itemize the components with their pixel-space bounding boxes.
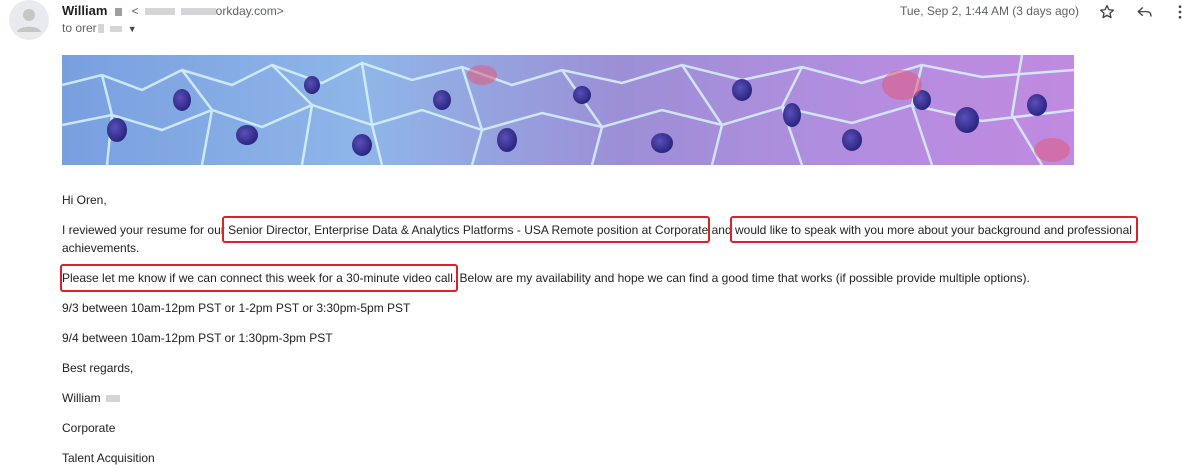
email-date: Tue, Sep 2, 1:44 AM (3 days ago)	[900, 4, 1079, 18]
star-button[interactable]	[1095, 0, 1119, 24]
signature-company: Corporate	[62, 421, 116, 435]
cell-micrograph-image	[62, 55, 1074, 165]
sender-email: < orkday.com>	[132, 4, 284, 18]
reply-icon	[1137, 7, 1152, 17]
sender-line: William < orkday.com>	[62, 3, 284, 18]
highlight-box-position	[222, 216, 710, 243]
greeting: Hi Oren,	[62, 193, 107, 207]
person-avatar-icon	[17, 9, 41, 32]
para1-intro: I reviewed your resume for our	[62, 223, 229, 237]
sender-email-suffix: orkday.com>	[215, 4, 284, 18]
availability-line-2: 9/4 between 10am-12pm PST or 1:30pm-3pm …	[62, 331, 333, 345]
redaction-block	[115, 7, 123, 16]
recipient-line: to orer ▼	[62, 21, 137, 35]
reply-button[interactable]	[1133, 0, 1157, 24]
para2-availability-intro: Below are my availability and hope we ca…	[456, 271, 1030, 285]
availability-line-1: 9/3 between 10am-12pm PST or 1-2pm PST o…	[62, 301, 411, 315]
redaction-block	[97, 24, 104, 34]
redaction-block	[105, 395, 120, 403]
redaction-block	[109, 25, 122, 32]
redaction-block	[144, 8, 175, 16]
star-icon	[1099, 4, 1115, 19]
more-vertical-icon	[1178, 5, 1182, 19]
signature-department: Talent Acquisition	[62, 451, 155, 465]
signature-name: William	[62, 391, 101, 405]
signature-name-line: William	[62, 391, 120, 405]
recipient-label: to orer	[62, 21, 97, 35]
sender-email-prefix: <	[131, 4, 139, 18]
sender-name: William	[62, 3, 108, 18]
email-header: William < orkday.com> to orer ▼ Tue, Sep 2…	[0, 0, 1200, 48]
highlight-box-call	[60, 264, 458, 292]
more-options-button[interactable]	[1168, 0, 1192, 24]
sender-avatar[interactable]	[9, 0, 49, 40]
email-banner-image	[62, 55, 1074, 165]
redaction-block	[180, 8, 216, 16]
highlight-box-request	[730, 216, 1138, 243]
closing: Best regards,	[62, 361, 134, 375]
recipient-details-dropdown[interactable]: ▼	[128, 24, 137, 34]
paragraph-1-line-2: achievements.	[62, 241, 140, 255]
